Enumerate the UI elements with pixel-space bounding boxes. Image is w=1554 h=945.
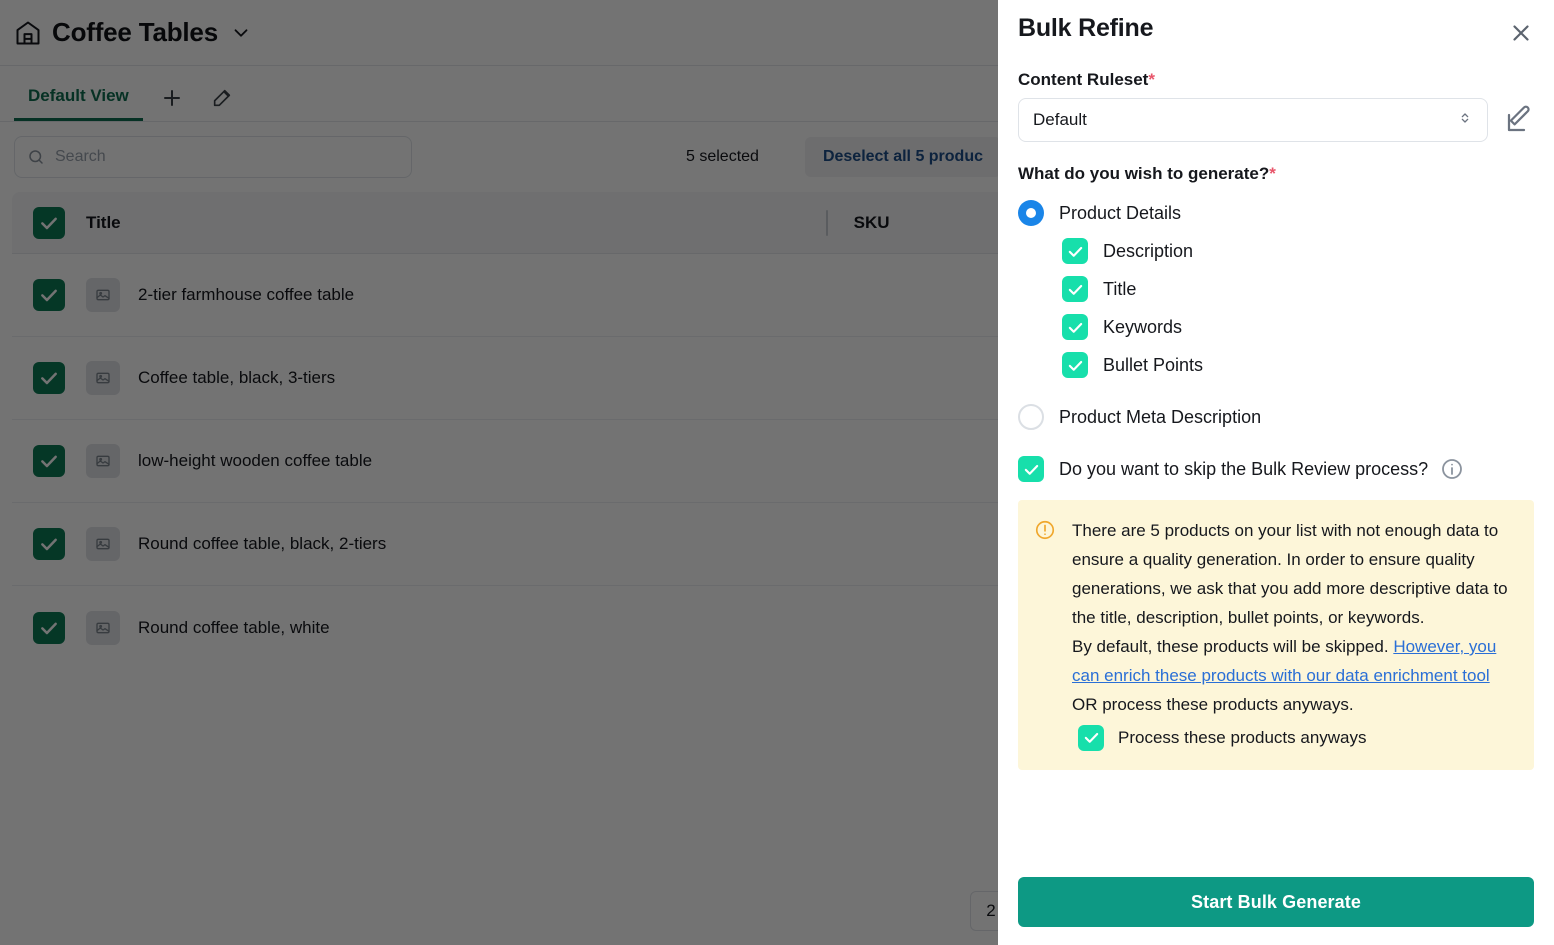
product-detail-field-row[interactable]: Bullet Points: [1062, 352, 1534, 378]
radio-icon-unselected: [1018, 404, 1044, 430]
modal-backdrop[interactable]: [0, 0, 998, 945]
start-bulk-generate-button[interactable]: Start Bulk Generate: [1018, 877, 1534, 927]
product-detail-field-row[interactable]: Title: [1062, 276, 1534, 302]
product-detail-field-label: Keywords: [1103, 316, 1183, 337]
process-anyways-checkbox[interactable]: [1078, 724, 1104, 751]
product-detail-field-label: Bullet Points: [1103, 354, 1204, 375]
process-anyways-row[interactable]: Process these products anyways: [1072, 723, 1516, 752]
radio-icon-selected: [1018, 200, 1044, 226]
warning-banner: There are 5 products on your list with n…: [1018, 500, 1534, 770]
generate-question-text: What do you wish to generate?: [1018, 164, 1270, 183]
product-detail-field-checkbox[interactable]: [1062, 276, 1088, 302]
required-asterisk: *: [1148, 70, 1155, 89]
skip-bulk-review-checkbox[interactable]: [1018, 456, 1044, 482]
close-icon[interactable]: [1508, 20, 1534, 46]
info-circle-icon[interactable]: [1440, 457, 1464, 481]
skip-bulk-review-row[interactable]: Do you want to skip the Bulk Review proc…: [1018, 456, 1534, 482]
product-detail-field-list: Description Title Keywords Bullet Points: [1018, 238, 1534, 390]
process-anyways-label: Process these products anyways: [1118, 728, 1367, 747]
product-detail-field-checkbox[interactable]: [1062, 314, 1088, 340]
product-detail-field-label: Title: [1103, 278, 1137, 299]
radio-product-details-label: Product Details: [1059, 202, 1182, 223]
product-detail-field-checkbox[interactable]: [1062, 352, 1088, 378]
chevron-up-down-icon: [1457, 110, 1473, 131]
edit-ruleset-button[interactable]: [1504, 105, 1534, 135]
warning-paragraph-1: There are 5 products on your list with n…: [1072, 521, 1508, 627]
product-detail-field-row[interactable]: Description: [1062, 238, 1534, 264]
product-detail-field-label: Description: [1103, 240, 1194, 261]
warning-paragraph-2-lead: By default, these products will be skipp…: [1072, 637, 1389, 656]
app-root: Coffee Tables Default View: [0, 0, 1554, 945]
radio-product-meta-description-label: Product Meta Description: [1059, 406, 1262, 427]
panel-title: Bulk Refine: [1018, 14, 1154, 42]
product-detail-field-row[interactable]: Keywords: [1062, 314, 1534, 340]
content-ruleset-label: Content Ruleset*: [1018, 70, 1534, 90]
content-ruleset-select[interactable]: Default: [1018, 98, 1488, 142]
required-asterisk: *: [1269, 164, 1276, 183]
content-ruleset-value: Default: [1033, 110, 1087, 129]
content-ruleset-label-text: Content Ruleset: [1018, 70, 1149, 89]
warning-paragraph-2-tail: OR process these products anyways.: [1072, 695, 1354, 714]
radio-product-meta-description[interactable]: Product Meta Description: [1018, 404, 1534, 430]
warning-text: There are 5 products on your list with n…: [1072, 516, 1516, 752]
panel-header: Bulk Refine: [1018, 14, 1534, 52]
generate-question-label: What do you wish to generate?*: [1018, 164, 1534, 184]
alert-circle-icon: [1034, 519, 1056, 541]
content-ruleset-row: Default: [1018, 98, 1534, 142]
product-detail-field-checkbox[interactable]: [1062, 238, 1088, 264]
bulk-refine-panel: Bulk Refine Content Ruleset* Default Wha…: [998, 0, 1554, 945]
skip-bulk-review-label: Do you want to skip the Bulk Review proc…: [1059, 458, 1429, 479]
radio-product-details[interactable]: Product Details: [1018, 200, 1534, 226]
